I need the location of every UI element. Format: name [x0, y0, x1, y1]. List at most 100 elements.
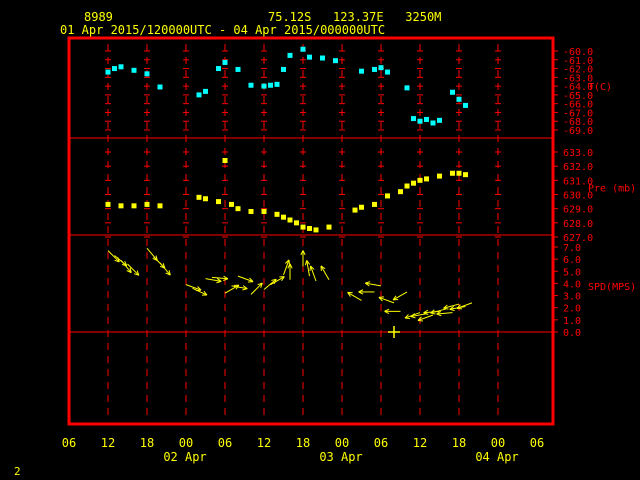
y-tick-label: 632.0: [563, 162, 593, 173]
y-tick-label: 0.0: [563, 328, 581, 339]
x-date-label: 02 Apr: [163, 450, 206, 464]
temperature-point: [268, 82, 273, 88]
pressure-point: [385, 193, 390, 199]
temperature-point: [157, 84, 163, 90]
pressure-point: [463, 172, 468, 178]
wind-arrow: [263, 278, 277, 290]
pressure-point: [411, 180, 416, 186]
pressure-point: [307, 226, 312, 231]
pressure-point: [144, 201, 150, 207]
y-tick-label: 628.0: [563, 219, 593, 230]
temperature-point: [287, 52, 293, 58]
x-tick-label: 00: [491, 436, 505, 450]
x-tick-label: 00: [179, 436, 193, 450]
temperature-point: [222, 59, 228, 65]
wind-arrow: [304, 260, 311, 277]
pressure-panel-label: Pre (mb): [588, 183, 636, 194]
x-tick-label: 06: [374, 436, 388, 450]
x-tick-label: 12: [413, 436, 427, 450]
y-tick-label: 629.0: [563, 205, 593, 216]
x-date-label: 03 Apr: [319, 450, 362, 464]
temperature-point: [131, 67, 137, 73]
temperature-point: [378, 65, 384, 71]
wind-arrow: [250, 282, 263, 295]
wind-arrow: [300, 250, 306, 267]
temperature-point: [320, 55, 325, 61]
x-date-label: 04 Apr: [475, 450, 518, 464]
panel-separators: [69, 137, 553, 333]
meteogram-chart: -60.0-61.0-62.0-63.0-64.0-65.0-66.0-67.0…: [14, 36, 636, 478]
temperature-point: [274, 81, 280, 87]
pressure-point: [105, 201, 111, 207]
pressure-point: [118, 203, 124, 209]
y-tick-label: 3.0: [563, 292, 581, 303]
temperature-point: [424, 116, 429, 122]
x-tick-label: 06: [62, 436, 76, 450]
pressure-point: [372, 201, 377, 207]
wind-arrow: [347, 291, 362, 301]
temperature-point: [463, 102, 468, 108]
pressure-point: [398, 189, 403, 195]
grid-layer: [105, 44, 501, 418]
temperature-point: [235, 66, 241, 72]
y-tick-label: 5.0: [563, 267, 581, 278]
y-tick-label: 4.0: [563, 279, 581, 290]
wind-arrow: [378, 296, 395, 304]
temperature-point: [248, 82, 254, 88]
wind-arrow: [456, 302, 473, 310]
temperature-point: [430, 120, 436, 126]
y-tick-label: 6.0: [563, 255, 581, 266]
pressure-point: [203, 196, 208, 202]
temperature-point: [261, 83, 267, 89]
temperature-point: [118, 64, 124, 70]
wind-arrow: [159, 262, 171, 276]
temperature-panel-label: T(C): [588, 82, 612, 93]
temperature-point: [372, 66, 377, 72]
temperature-point: [359, 68, 364, 74]
pressure-point: [229, 201, 234, 207]
pressure-point: [300, 224, 306, 230]
y-tick-label: 2.0: [563, 304, 581, 315]
page-number: 2: [14, 465, 21, 478]
wind-arrow: [384, 308, 401, 314]
x-tick-label: 18: [140, 436, 154, 450]
x-tick-label: 00: [335, 436, 349, 450]
temperature-point: [105, 69, 111, 75]
pressure-point: [313, 227, 319, 233]
pressure-point: [261, 209, 267, 214]
temperature-point: [300, 46, 306, 52]
wind-arrow: [107, 250, 120, 263]
wind-arrow: [436, 310, 453, 317]
pressure-point: [196, 194, 202, 200]
wind-arrow: [392, 291, 408, 301]
x-tick-label: 18: [296, 436, 310, 450]
wind-panel-label: SPD(MPS): [588, 282, 636, 293]
wind-arrow: [320, 265, 330, 281]
pressure-point: [404, 183, 410, 189]
y-tick-labels: -60.0-61.0-62.0-63.0-64.0-65.0-66.0-67.0…: [553, 47, 636, 339]
pressure-point: [326, 224, 332, 230]
pressure-point: [157, 203, 163, 209]
pressure-point: [235, 206, 241, 212]
pressure-point: [216, 199, 221, 205]
temperature-point: [307, 54, 312, 60]
temperature-point: [417, 118, 423, 124]
temperature-point: [216, 66, 221, 72]
wind-arrow: [237, 275, 254, 283]
temperature-point: [333, 58, 338, 64]
pressure-point: [274, 211, 280, 217]
pressure-point: [287, 217, 293, 223]
pressure-point: [222, 158, 228, 163]
pressure-series: [105, 158, 468, 233]
temperature-point: [196, 92, 202, 98]
pressure-point: [281, 214, 286, 220]
wind-arrow: [309, 265, 317, 282]
temperature-point: [404, 85, 410, 91]
pressure-point: [294, 220, 299, 226]
wind-arrow: [417, 314, 434, 322]
temperature-point: [437, 117, 442, 123]
temperature-point: [203, 88, 208, 94]
temperature-point: [385, 69, 390, 75]
pressure-point: [437, 173, 442, 179]
y-tick-label: 7.0: [563, 243, 581, 254]
